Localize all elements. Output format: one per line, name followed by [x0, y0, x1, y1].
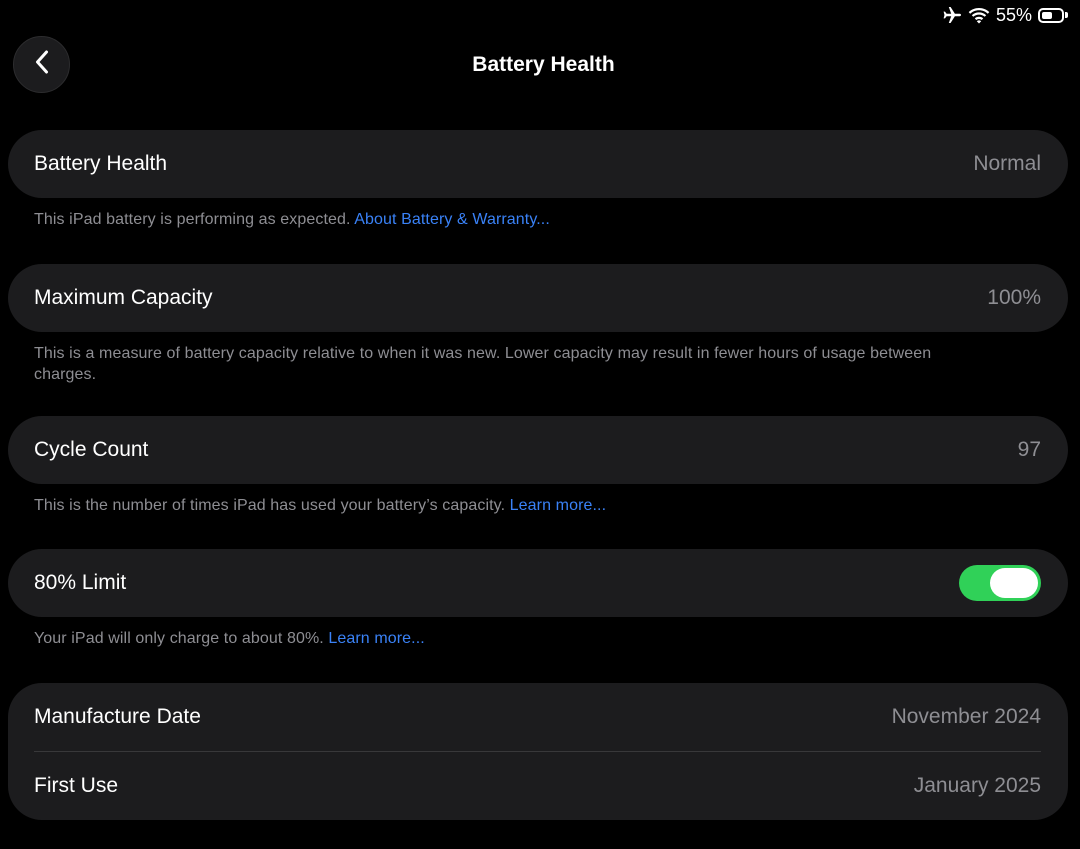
limit-80-card: 80% Limit	[8, 549, 1068, 617]
cycle-count-card: Cycle Count 97	[8, 416, 1068, 484]
manufacture-date-value: November 2024	[891, 705, 1041, 728]
battery-health-row: Battery Health Normal	[8, 130, 1068, 198]
battery-health-label: Battery Health	[34, 152, 168, 175]
battery-health-card: Battery Health Normal	[8, 130, 1068, 198]
battery-health-footer: This iPad battery is performing as expec…	[34, 209, 974, 230]
limit-80-footer-text: Your iPad will only charge to about 80%.	[34, 630, 324, 647]
toggle-knob	[990, 568, 1038, 598]
limit-80-row: 80% Limit	[8, 549, 1068, 617]
cycle-count-footer-text: This is the number of times iPad has use…	[34, 497, 506, 514]
battery-health-value: Normal	[973, 152, 1041, 175]
limit-80-toggle[interactable]	[959, 565, 1041, 601]
limit-80-learn-more-link[interactable]: Learn more...	[328, 630, 424, 647]
status-bar: 55%	[942, 4, 1068, 26]
battery-level-fill	[1042, 11, 1052, 19]
battery-percent: 55%	[995, 4, 1032, 25]
battery-health-footer-text: This iPad battery is performing as expec…	[34, 211, 351, 228]
dates-card: Manufacture Date November 2024 First Use…	[8, 683, 1068, 820]
first-use-row: First Use January 2025	[8, 752, 1068, 820]
first-use-value: January 2025	[913, 774, 1041, 797]
cycle-count-label: Cycle Count	[34, 438, 149, 461]
maximum-capacity-label: Maximum Capacity	[34, 286, 213, 309]
battery-icon	[1038, 7, 1068, 24]
limit-80-footer: Your iPad will only charge to about 80%.…	[34, 628, 974, 649]
first-use-label: First Use	[34, 774, 118, 797]
wifi-icon	[968, 7, 990, 24]
cycle-count-value: 97	[1017, 438, 1041, 461]
manufacture-date-label: Manufacture Date	[34, 705, 201, 728]
cycle-count-footer: This is the number of times iPad has use…	[34, 495, 974, 516]
manufacture-date-row: Manufacture Date November 2024	[8, 683, 1068, 751]
maximum-capacity-row: Maximum Capacity 100%	[8, 264, 1068, 332]
airplane-icon	[942, 6, 962, 24]
limit-80-label: 80% Limit	[34, 571, 127, 594]
maximum-capacity-card: Maximum Capacity 100%	[8, 264, 1068, 332]
page-title: Battery Health	[472, 53, 615, 76]
maximum-capacity-footer-text: This is a measure of battery capacity re…	[34, 345, 932, 383]
cycle-count-row: Cycle Count 97	[8, 416, 1068, 484]
cycle-count-learn-more-link[interactable]: Learn more...	[510, 497, 606, 514]
maximum-capacity-footer: This is a measure of battery capacity re…	[34, 343, 974, 385]
maximum-capacity-value: 100%	[987, 286, 1041, 309]
about-battery-warranty-link[interactable]: About Battery & Warranty...	[354, 211, 550, 228]
